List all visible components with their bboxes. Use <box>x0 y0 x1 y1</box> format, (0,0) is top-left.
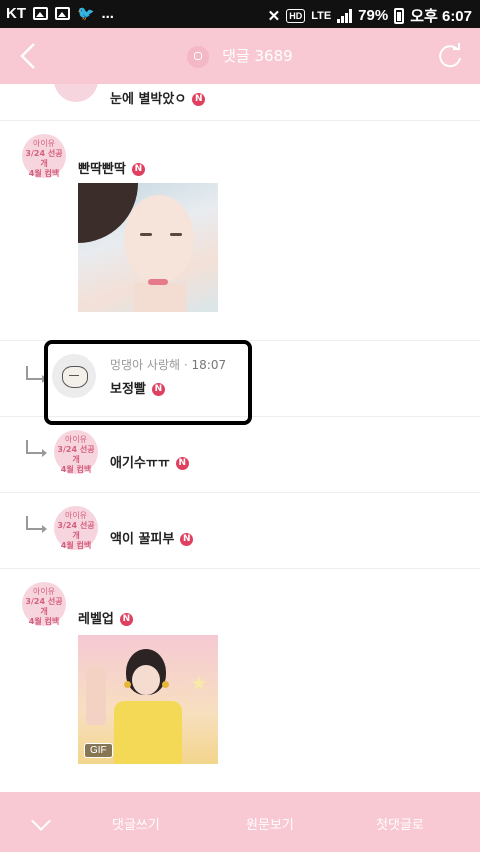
badge-line: 아이유 <box>32 139 56 148</box>
comment-text-content: 눈에 별박았ㅇ <box>110 92 187 107</box>
comment-text-content: 빤딱빤딱 <box>78 162 126 177</box>
badge-line: 아이유 <box>64 511 88 520</box>
twitter-icon: 🐦 <box>77 5 95 21</box>
badge-line: 4월 컴백 <box>60 541 92 550</box>
badge-line: 3/24 선공개 <box>25 149 63 168</box>
reply-arrow-icon <box>26 366 47 383</box>
comment-text: 액이 꿀피부 N <box>110 528 194 547</box>
reply-arrow-icon <box>26 516 47 533</box>
comment-row[interactable]: 아이유 3/24 선공개 4월 컴백 레벨업 N ★ GIF <box>0 568 480 792</box>
comment-row[interactable]: 4월 컴백 눈에 별박았ㅇ N <box>0 84 480 121</box>
signal-icon <box>337 8 353 23</box>
comment-text-content: 레벨업 <box>78 612 114 627</box>
badge-line: 아이유 <box>64 435 88 444</box>
profile-badge[interactable]: 4월 컴백 <box>54 84 98 102</box>
profile-badge[interactable]: 아이유 3/24 선공개 4월 컴백 <box>54 506 98 550</box>
gif-tag: GIF <box>84 743 113 758</box>
new-badge: N <box>119 613 133 626</box>
profile-badge[interactable]: 아이유 3/24 선공개 4월 컴백 <box>54 430 98 474</box>
write-comment-button[interactable]: 댓글쓰기 <box>112 814 160 833</box>
badge-line: 3/24 선공개 <box>57 445 95 464</box>
comment-text: 레벨업 N <box>78 608 133 627</box>
network-label: LTE <box>311 9 332 22</box>
app-header: 댓글 3689 <box>0 28 480 84</box>
battery-percent: 79% <box>358 7 389 24</box>
comment-text: 눈에 별박았ㅇ N <box>110 88 206 107</box>
first-comment-button[interactable]: 첫댓글로 <box>376 814 424 833</box>
badge-line: 3/24 선공개 <box>57 521 95 540</box>
new-badge: N <box>175 457 189 470</box>
page-title: 댓글 3689 <box>0 45 480 68</box>
hd-icon: HD <box>286 8 306 23</box>
view-original-button[interactable]: 원문보기 <box>246 814 294 833</box>
badge-line: 4월 컴백 <box>28 617 60 626</box>
comment-gif[interactable]: ★ GIF <box>78 635 218 764</box>
comment-text-content: 액이 꿀피부 <box>110 532 175 547</box>
clock: 오후 6:07 <box>410 8 472 25</box>
more-notifications: ... <box>101 5 114 22</box>
comment-text: 애기수ㅠㅠ N <box>110 452 189 471</box>
carrier-label: KT <box>6 5 26 22</box>
badge-line: 4월 컴백 <box>28 169 60 178</box>
comment-text-content: 애기수ㅠㅠ <box>110 456 170 471</box>
reply-arrow-icon <box>26 440 47 457</box>
profile-badge[interactable]: 아이유 3/24 선공개 4월 컴백 <box>22 582 66 626</box>
new-badge: N <box>131 163 145 176</box>
badge-line: 4월 컴백 <box>60 465 92 474</box>
status-bar: KT 🐦 ... ✕ HD LTE 79% 오후 6:07 <box>0 0 480 28</box>
highlight-box <box>44 340 252 425</box>
chevron-down-icon[interactable] <box>31 811 51 831</box>
gallery-icon-2 <box>55 7 70 20</box>
comment-count-icon <box>187 45 210 68</box>
reply-row[interactable]: 아이유 3/24 선공개 4월 컴백 애기수ㅠㅠ N <box>0 416 480 493</box>
battery-icon <box>394 7 405 24</box>
comment-text: 빤딱빤딱 N <box>78 158 145 177</box>
comment-list[interactable]: 4월 컴백 눈에 별박았ㅇN 아이유 3/24 선공개 4월 컴백 빤딱빤딱N … <box>0 84 480 792</box>
badge-line: 아이유 <box>32 587 56 596</box>
new-badge: N <box>180 533 194 546</box>
bottom-bar: 댓글쓰기 원문보기 첫댓글로 <box>0 792 480 852</box>
comment-photo[interactable] <box>78 183 218 312</box>
refresh-icon[interactable] <box>436 42 464 70</box>
new-badge: N <box>192 93 206 106</box>
gallery-icon <box>33 7 48 20</box>
profile-badge[interactable]: 아이유 3/24 선공개 4월 컴백 <box>22 134 66 178</box>
page-title-text: 댓글 3689 <box>222 47 293 65</box>
comment-row[interactable]: 아이유 3/24 선공개 4월 컴백 빤딱빤딱 N <box>0 120 480 341</box>
badge-line: 3/24 선공개 <box>25 597 63 616</box>
reply-row[interactable]: 아이유 3/24 선공개 4월 컴백 액이 꿀피부 N <box>0 492 480 569</box>
mute-icon: ✕ <box>267 7 281 25</box>
